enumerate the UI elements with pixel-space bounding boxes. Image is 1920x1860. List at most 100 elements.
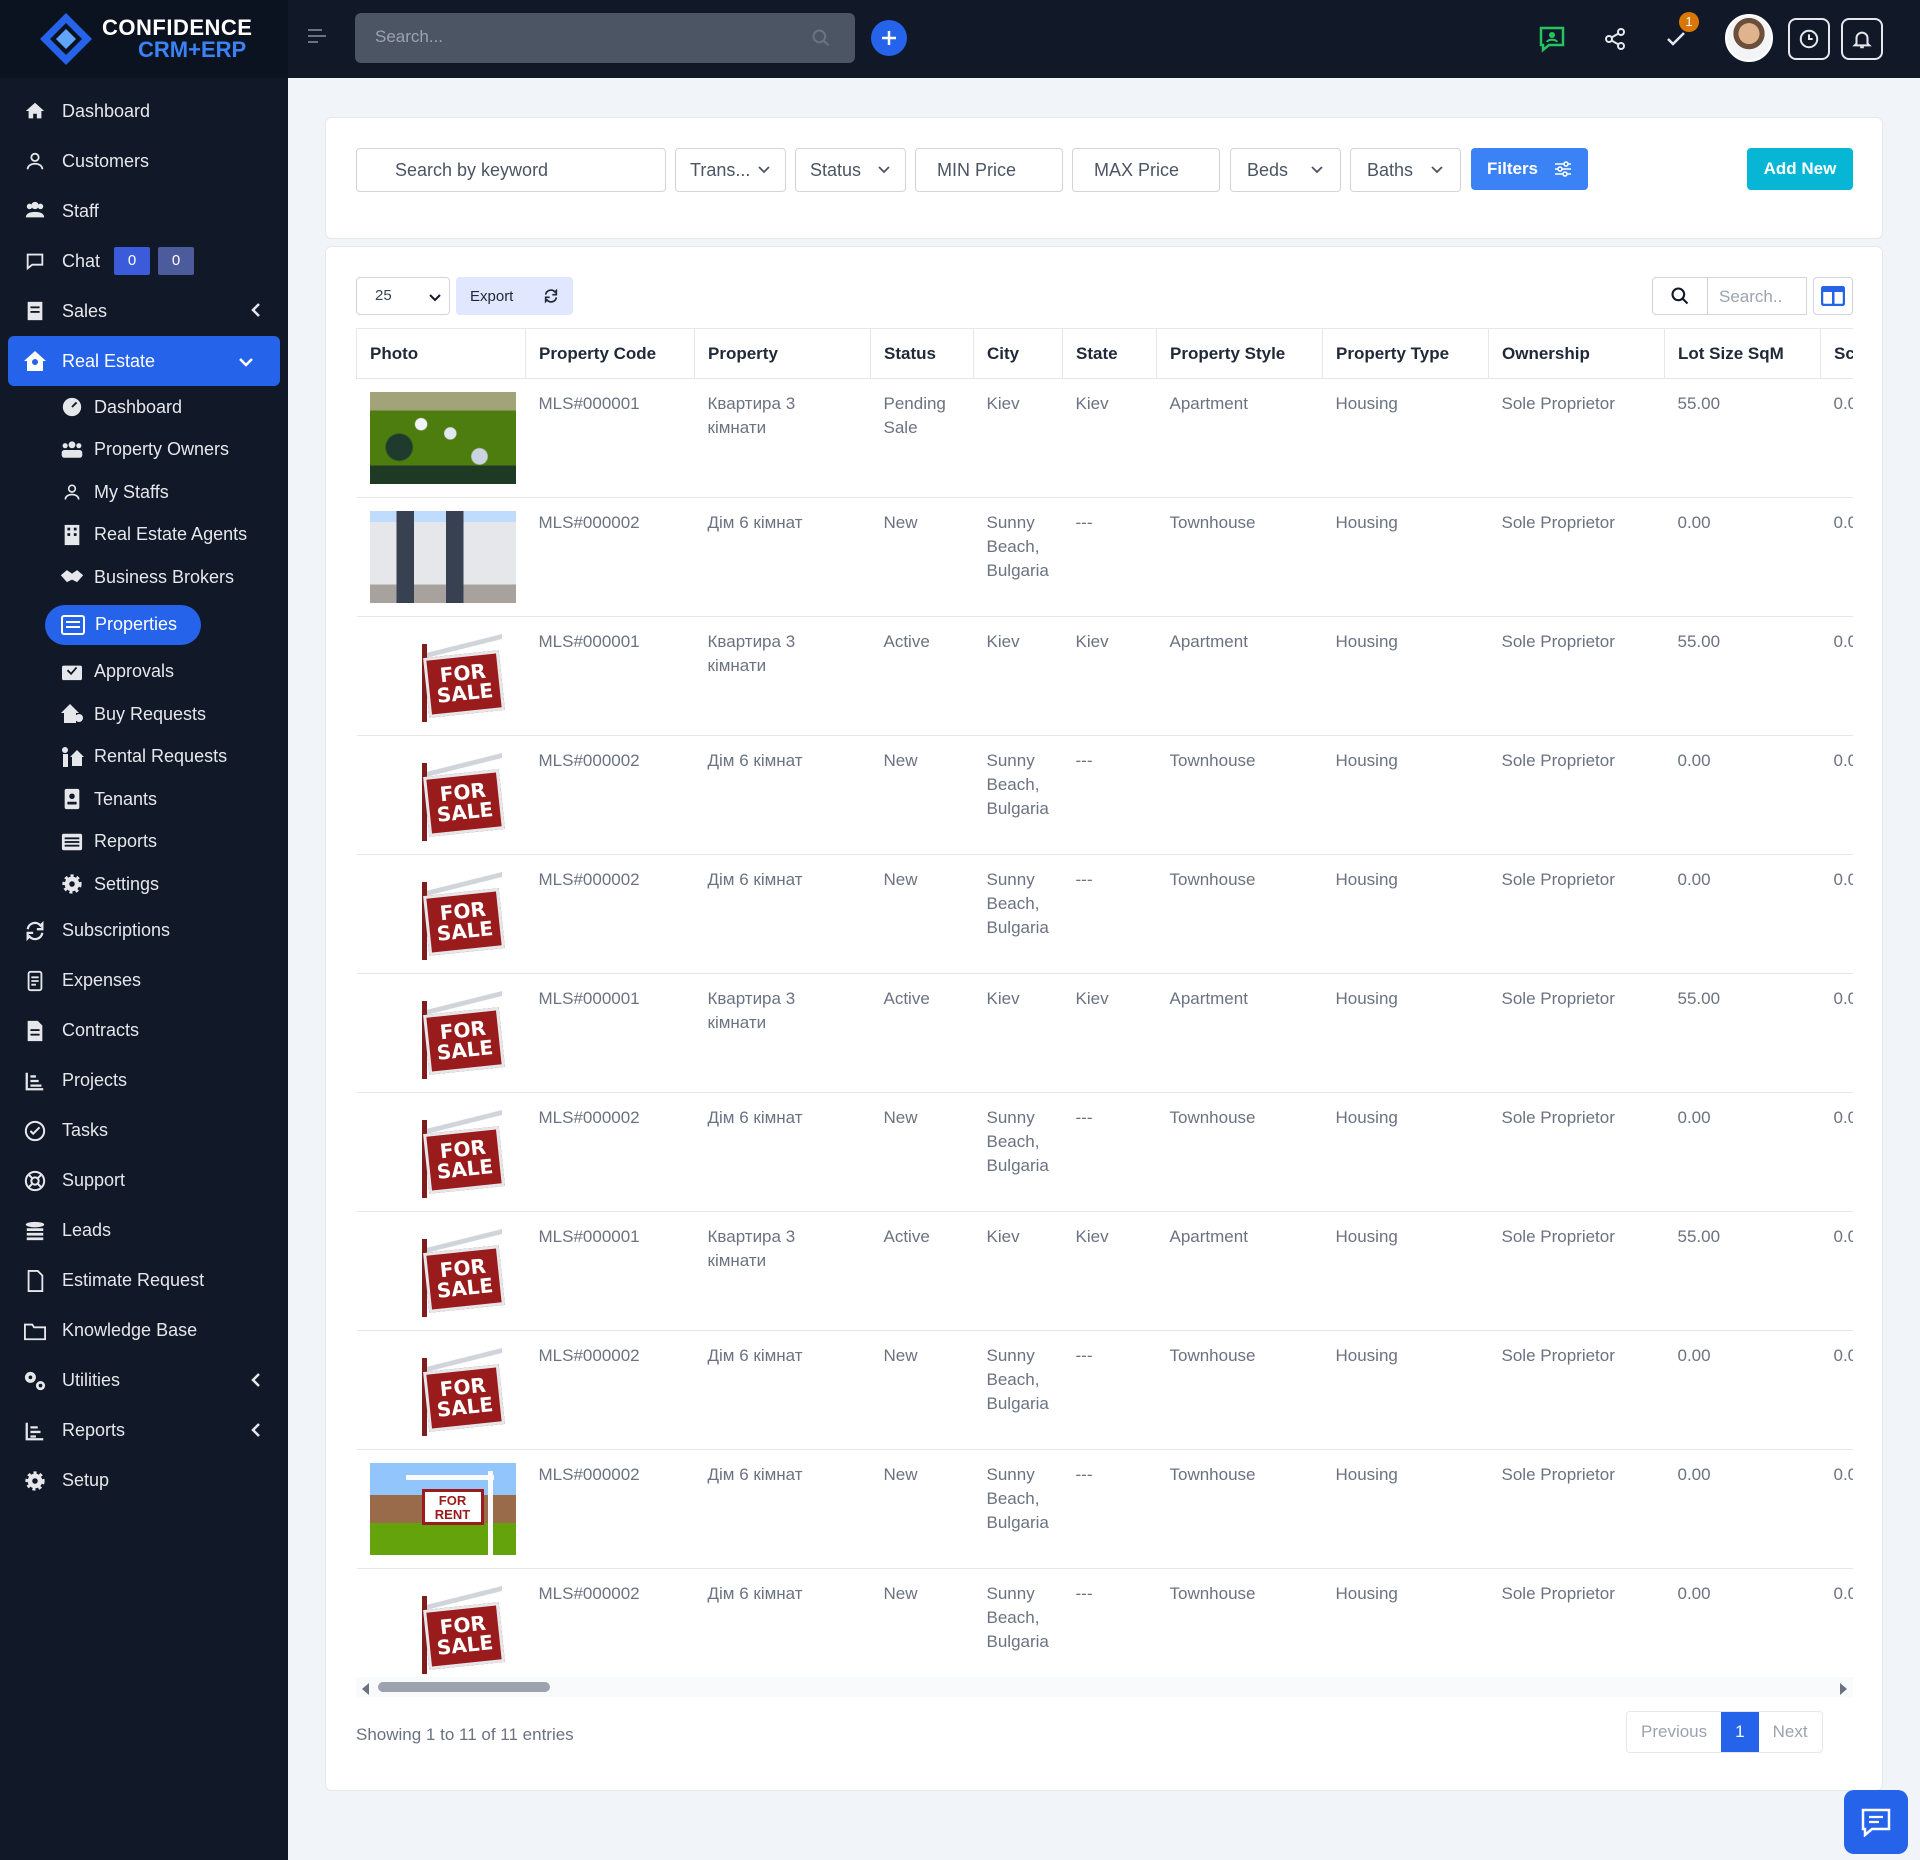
column-header[interactable]: Lot Size SqM (1664, 328, 1821, 379)
for-sale-photo[interactable]: FOR SALE (369, 987, 516, 1079)
previous-page-button[interactable]: Previous (1627, 1712, 1722, 1752)
keyword-search-input[interactable]: Search by keyword (356, 148, 666, 192)
brand-logo[interactable]: CONFIDENCE CRM+ERP (0, 0, 288, 78)
table-row[interactable]: FOR SALE MLS#000002 Дім 6 кімнат New Sunny Be… (356, 1092, 1853, 1212)
sidebar-item-leads[interactable]: Leads (0, 1206, 288, 1256)
sidebar-item-re-reports[interactable]: Reports (0, 821, 288, 864)
support-chat-button[interactable] (1535, 22, 1569, 56)
column-header[interactable]: Property Style (1156, 328, 1323, 379)
filters-button[interactable]: Filters (1471, 148, 1588, 190)
property-name-cell[interactable]: Квартира 3 кімнати (694, 616, 871, 736)
sidebar-item-expenses[interactable]: Expenses (0, 956, 288, 1006)
table-row[interactable]: FOR RENT MLS#000002 Дім 6 кімнат New Sunny Be… (356, 1449, 1853, 1569)
property-name-cell[interactable]: Дім 6 кімнат (694, 735, 871, 855)
sidebar-item-properties[interactable]: Properties (45, 604, 201, 645)
column-header[interactable]: Status (870, 328, 974, 379)
horizontal-scrollbar[interactable] (356, 1677, 1853, 1697)
property-name-cell[interactable]: Дім 6 кімнат (694, 497, 871, 617)
quick-create-button[interactable] (871, 20, 907, 56)
export-button[interactable]: Export (456, 277, 573, 315)
table-search-input[interactable]: Search.. (1707, 277, 1807, 315)
column-header[interactable]: Property Code (525, 328, 695, 379)
sidebar-item-property-owners[interactable]: Property Owners (0, 429, 288, 472)
page-length-select[interactable]: 25 (356, 277, 450, 315)
live-chat-button[interactable] (1844, 1790, 1908, 1854)
property-name-cell[interactable]: Дім 6 кімнат (694, 1330, 871, 1450)
menu-toggle-icon[interactable] (308, 28, 326, 49)
sidebar-item-knowledge-base[interactable]: Knowledge Base (0, 1306, 288, 1356)
global-search-input[interactable]: Search... (355, 13, 855, 63)
sidebar-item-dashboard[interactable]: Dashboard (0, 86, 288, 136)
for-sale-photo[interactable]: FOR SALE (369, 868, 516, 960)
table-row[interactable]: FOR SALE MLS#000001 Квартира 3 кімнати Activ… (356, 616, 1853, 736)
column-header[interactable]: Property Type (1322, 328, 1489, 379)
table-search-button[interactable] (1652, 277, 1708, 315)
baths-select[interactable]: Baths (1350, 148, 1461, 192)
property-name-cell[interactable]: Дім 6 кімнат (694, 1449, 871, 1569)
column-visibility-button[interactable] (1813, 277, 1853, 315)
user-avatar[interactable] (1725, 14, 1773, 62)
for-sale-photo[interactable]: FOR SALE (369, 630, 516, 722)
property-name-cell[interactable]: Квартира 3 кімнати (694, 973, 871, 1093)
sidebar-item-projects[interactable]: Projects (0, 1056, 288, 1106)
add-new-button[interactable]: Add New (1747, 148, 1853, 190)
table-row[interactable]: MLS#000001 Квартира 3 кімнати Pending Sale… (356, 378, 1853, 498)
table-row[interactable]: FOR SALE MLS#000002 Дім 6 кімнат New Sunny Be… (356, 1330, 1853, 1450)
sidebar-item-business-brokers[interactable]: Business Brokers (0, 556, 288, 599)
table-row[interactable]: FOR SALE MLS#000002 Дім 6 кімнат New Sunny Be… (356, 854, 1853, 974)
sidebar-item-subscriptions[interactable]: Subscriptions (0, 906, 288, 956)
page-1-button[interactable]: 1 (1721, 1712, 1759, 1752)
table-row[interactable]: FOR SALE MLS#000001 Квартира 3 кімнати Activ… (356, 1211, 1853, 1331)
column-header[interactable]: State (1062, 328, 1157, 379)
for-sale-photo[interactable]: FOR SALE (369, 1344, 516, 1436)
sidebar-item-contracts[interactable]: Contracts (0, 1006, 288, 1056)
column-header[interactable]: Property (694, 328, 871, 379)
tasks-button[interactable]: 1 (1659, 12, 1699, 56)
scroll-left-arrow-icon[interactable] (362, 1682, 370, 1700)
property-photo[interactable] (369, 511, 516, 603)
property-name-cell[interactable]: Дім 6 кімнат (694, 1568, 871, 1678)
sidebar-item-buy-requests[interactable]: Buy Requests (0, 693, 288, 736)
sidebar-item-tenants[interactable]: Tenants (0, 778, 288, 821)
table-row[interactable]: FOR SALE MLS#000002 Дім 6 кімнат New Sunny Be… (356, 735, 1853, 855)
sidebar-item-setup[interactable]: Setup (0, 1456, 288, 1506)
max-price-input[interactable]: MAX Price (1072, 148, 1220, 192)
sidebar-item-chat[interactable]: Chat 0 0 (0, 236, 288, 286)
sidebar-item-staff[interactable]: Staff (0, 186, 288, 236)
for-sale-photo[interactable]: FOR SALE (369, 1582, 516, 1674)
min-price-input[interactable]: MIN Price (915, 148, 1063, 192)
for-sale-photo[interactable]: FOR SALE (369, 1225, 516, 1317)
sidebar-item-customers[interactable]: Customers (0, 136, 288, 186)
scrollbar-thumb[interactable] (378, 1682, 550, 1692)
sidebar-item-support[interactable]: Support (0, 1156, 288, 1206)
beds-select[interactable]: Beds (1230, 148, 1341, 192)
sidebar-item-real-estate-agents[interactable]: Real Estate Agents (0, 514, 288, 557)
column-header[interactable]: Photo (356, 328, 526, 379)
column-header[interactable]: Ownership (1488, 328, 1665, 379)
property-name-cell[interactable]: Квартира 3 кімнати (694, 378, 871, 498)
table-row[interactable]: FOR SALE MLS#000001 Квартира 3 кімнати Activ… (356, 973, 1853, 1093)
sidebar-item-re-settings[interactable]: Settings (0, 863, 288, 906)
status-select[interactable]: Status (795, 148, 906, 192)
sidebar-item-re-dashboard[interactable]: Dashboard (0, 386, 288, 429)
share-button[interactable] (1598, 22, 1632, 56)
next-page-button[interactable]: Next (1758, 1712, 1822, 1752)
sidebar-item-rental-requests[interactable]: Rental Requests (0, 736, 288, 779)
sidebar-item-approvals[interactable]: Approvals (0, 651, 288, 694)
notifications-button[interactable] (1841, 18, 1883, 60)
table-row[interactable]: MLS#000002 Дім 6 кімнат New Sunny Beach, Bu… (356, 497, 1853, 617)
property-name-cell[interactable]: Дім 6 кімнат (694, 854, 871, 974)
for-sale-photo[interactable]: FOR SALE (369, 1106, 516, 1198)
sidebar-item-sales[interactable]: Sales (0, 286, 288, 336)
scroll-right-arrow-icon[interactable] (1839, 1682, 1847, 1700)
sidebar-item-tasks[interactable]: Tasks (0, 1106, 288, 1156)
property-photo[interactable] (369, 392, 516, 484)
sidebar-item-reports[interactable]: Reports (0, 1406, 288, 1456)
sidebar-item-estimate-request[interactable]: Estimate Request (0, 1256, 288, 1306)
column-header[interactable]: Sc (1820, 328, 1853, 379)
sidebar-item-utilities[interactable]: Utilities (0, 1356, 288, 1406)
sidebar-item-my-staffs[interactable]: My Staffs (0, 471, 288, 514)
timer-button[interactable] (1788, 18, 1830, 60)
for-rent-photo[interactable]: FOR RENT (369, 1463, 516, 1555)
property-name-cell[interactable]: Квартира 3 кімнати (694, 1211, 871, 1331)
